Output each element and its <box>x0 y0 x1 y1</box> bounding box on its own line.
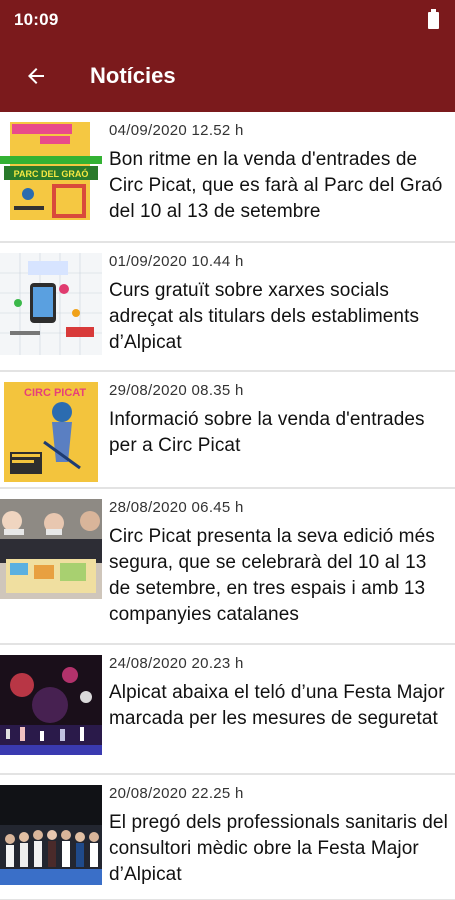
news-thumbnail <box>0 655 102 755</box>
news-date: 24/08/2020 20.23 h <box>109 655 244 672</box>
news-date: 20/08/2020 22.25 h <box>109 785 244 802</box>
news-item[interactable]: 20/08/2020 22.25 h El pregó dels profess… <box>0 775 455 900</box>
status-bar: 10:09 <box>0 0 455 40</box>
battery-icon <box>428 8 439 29</box>
news-thumbnail: CIRC PICAT <box>0 382 102 482</box>
news-title: Bon ritme en la venda d'entrades de Circ… <box>109 149 443 222</box>
news-date: 29/08/2020 08.35 h <box>109 382 244 399</box>
news-title: Curs gratuït sobre xarxes socials adreça… <box>109 280 420 353</box>
news-title: El pregó dels professionals sanitaris de… <box>109 812 448 885</box>
news-title: Circ Picat presenta la seva edició més s… <box>109 526 435 625</box>
thumbnail-text: CIRC PICAT <box>24 387 86 399</box>
page-title: Notícies <box>90 63 176 88</box>
news-date: 28/08/2020 06.45 h <box>109 499 244 516</box>
arrow-left-icon <box>28 68 44 84</box>
thumbnail-text: PARC DEL GRAÓ <box>14 168 89 179</box>
back-button[interactable] <box>0 40 72 112</box>
news-title: Alpicat abaixa el teló d’una Festa Major… <box>109 682 445 729</box>
news-item[interactable]: 24/08/2020 20.23 h Alpicat abaixa el tel… <box>0 645 455 775</box>
news-list: PARC DEL GRAÓ 04/09/2020 12.52 h Bon rit… <box>0 112 455 900</box>
news-item[interactable]: 01/09/2020 10.44 h Curs gratuït sobre xa… <box>0 243 455 372</box>
news-thumbnail <box>0 253 102 355</box>
news-thumbnail <box>0 785 102 885</box>
news-item[interactable]: PARC DEL GRAÓ 04/09/2020 12.52 h Bon rit… <box>0 112 455 243</box>
app-bar: Notícies <box>0 40 455 112</box>
status-time: 10:09 <box>14 10 59 29</box>
news-thumbnail: PARC DEL GRAÓ <box>0 122 102 222</box>
news-thumbnail <box>0 499 102 599</box>
news-date: 01/09/2020 10.44 h <box>109 253 244 270</box>
news-item[interactable]: 28/08/2020 06.45 h Circ Picat presenta l… <box>0 489 455 645</box>
news-date: 04/09/2020 12.52 h <box>109 122 244 139</box>
news-title: Informació sobre la venda d'entrades per… <box>109 409 425 456</box>
news-item[interactable]: CIRC PICAT 29/08/2020 08.35 h Informació… <box>0 372 455 489</box>
